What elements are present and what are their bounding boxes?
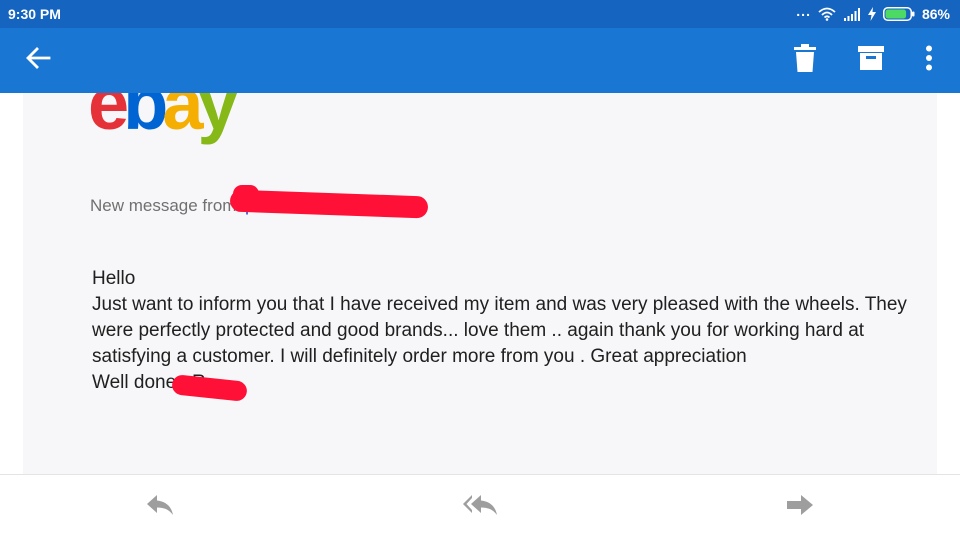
forward-button[interactable] bbox=[770, 475, 830, 540]
archive-icon bbox=[858, 45, 884, 76]
reply-button[interactable] bbox=[130, 475, 190, 540]
charging-icon bbox=[867, 7, 876, 21]
reply-icon bbox=[146, 494, 174, 521]
message-line: were perfectly protected and good brands… bbox=[92, 320, 865, 341]
ebay-logo-letter-e: e bbox=[88, 93, 129, 145]
wifi-icon bbox=[818, 7, 836, 21]
sender-redaction-tip bbox=[233, 185, 259, 203]
back-button[interactable] bbox=[14, 28, 62, 93]
status-icons: ... 86% bbox=[796, 3, 950, 22]
battery-percent: 86% bbox=[921, 6, 950, 22]
dots-icon: ... bbox=[796, 3, 811, 19]
status-time: 9:30 PM bbox=[8, 6, 61, 22]
sender-redaction bbox=[229, 189, 429, 219]
battery-icon bbox=[882, 7, 915, 21]
back-arrow-icon bbox=[25, 45, 51, 76]
email-body-card: ebay New message from:p Hello Just want … bbox=[23, 93, 937, 474]
app-toolbar bbox=[0, 28, 960, 93]
signal-icon bbox=[843, 7, 861, 21]
message-line: Just want to inform you that I have rece… bbox=[92, 294, 907, 315]
ebay-logo: ebay bbox=[88, 93, 239, 141]
reply-all-icon bbox=[462, 494, 498, 521]
more-options-button[interactable] bbox=[905, 28, 953, 93]
sender-label: New message from: bbox=[90, 196, 242, 215]
ebay-logo-letter-b: b bbox=[123, 93, 168, 145]
archive-button[interactable] bbox=[847, 28, 895, 93]
message-greeting: Hello bbox=[92, 268, 136, 289]
trash-icon bbox=[794, 44, 816, 77]
forward-icon bbox=[786, 494, 814, 521]
ebay-logo-letter-y: y bbox=[197, 93, 239, 145]
email-content[interactable]: ebay New message from:p Hello Just want … bbox=[0, 93, 960, 474]
message-body: Hello Just want to inform you that I hav… bbox=[92, 266, 952, 396]
message-line: satisfying a customer. I will definitely… bbox=[92, 346, 747, 367]
reply-all-button[interactable] bbox=[450, 475, 510, 540]
delete-button[interactable] bbox=[781, 28, 829, 93]
bottom-action-bar bbox=[0, 474, 960, 540]
ebay-logo-letter-a: a bbox=[162, 93, 203, 145]
more-vert-icon bbox=[925, 45, 933, 76]
status-bar: 9:30 PM ... 86% bbox=[0, 0, 960, 28]
